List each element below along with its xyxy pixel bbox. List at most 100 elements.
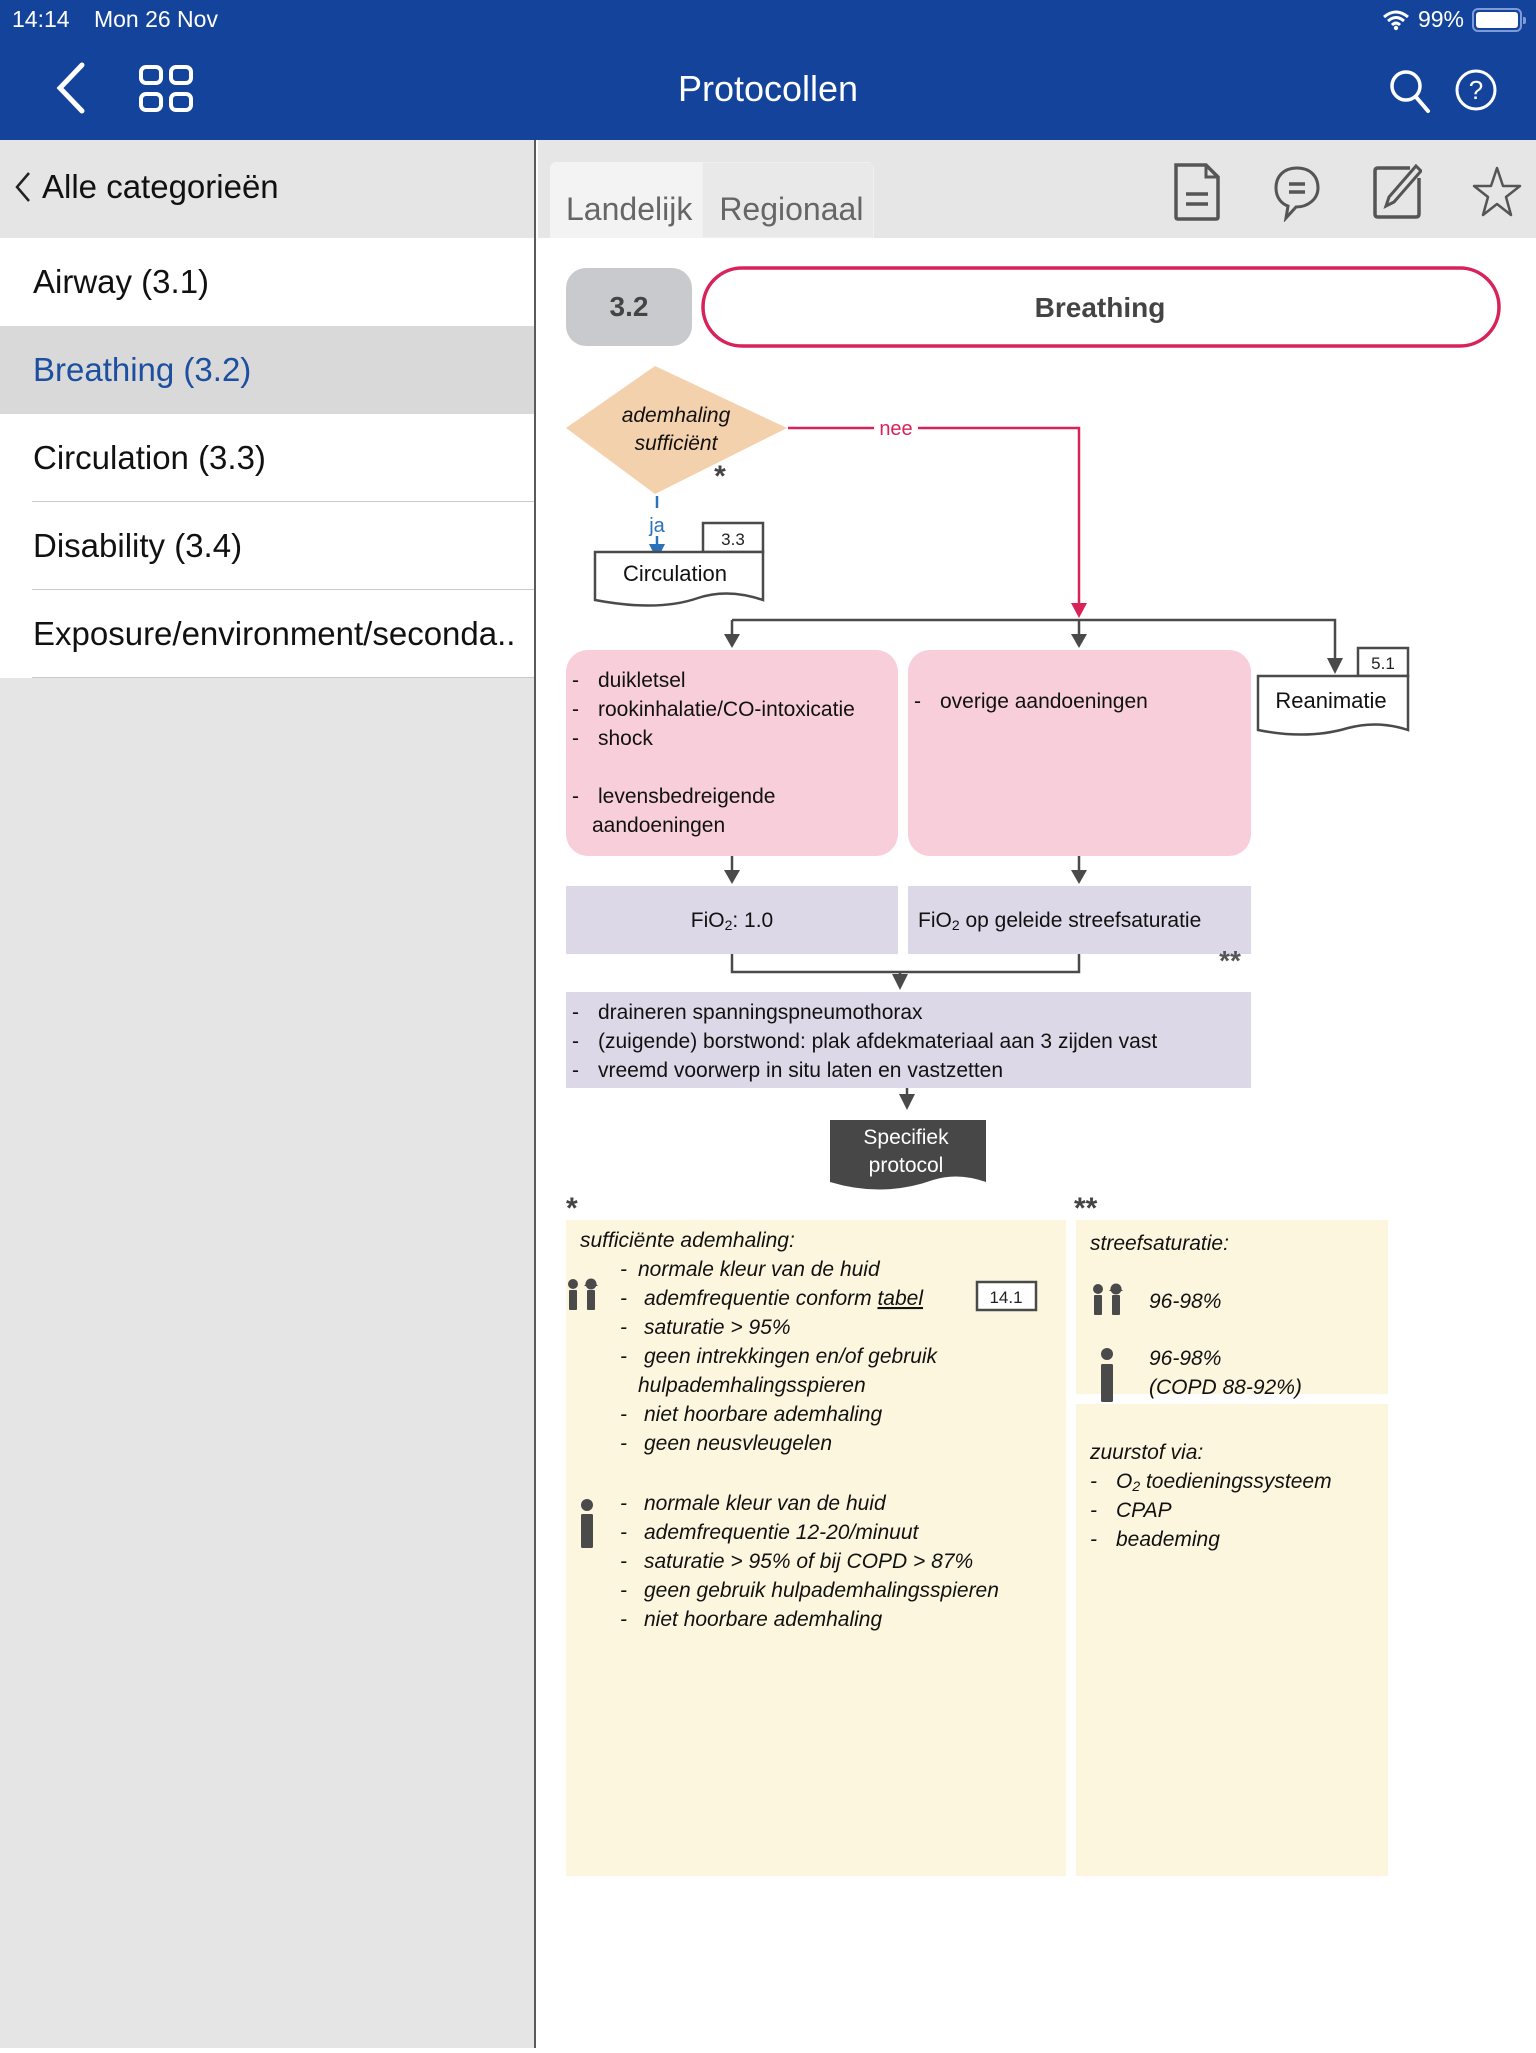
arrow-to-right-conditions [1071,634,1087,648]
specific-protocol-link[interactable]: Specifiek protocol [830,1120,986,1190]
svg-text:-: - [620,1432,627,1455]
note3-item: O2 toedieningssysteem [1116,1470,1332,1494]
note2-adults-value: 96-98% [1149,1347,1221,1370]
svg-text:-: - [1090,1528,1097,1551]
svg-text:-: - [572,698,579,721]
category-item-disability[interactable]: Disability (3.4) [0,502,534,590]
action-item: vreemd voorwerp in situ laten en vastzet… [598,1059,1003,1082]
condition-item: aandoeningen [592,814,725,837]
all-categories-back-button[interactable]: Alle categorieën [14,168,279,206]
region-segmented-control: Landelijk Regionaal [550,162,875,238]
note3-title: zuurstof via: [1089,1441,1203,1464]
category-item-airway[interactable]: Airway (3.1) [0,238,534,326]
svg-text:-: - [572,785,579,808]
table-reference[interactable]: 14.1 [975,1280,1038,1312]
category-item-exposure[interactable]: Exposure/environment/seconda.. [0,590,534,678]
edit-note-button[interactable] [1372,162,1424,222]
protocol-content: 3.2 Breathing ademhaling sufficiënt * ne… [538,238,1536,2048]
condition-item: overige aandoeningen [940,690,1148,713]
search-icon [1390,70,1430,113]
document-icon [1174,163,1220,221]
specific-protocol-line2: protocol [869,1154,944,1177]
note1-adult-item: normale kleur van de huid [644,1492,887,1515]
svg-text:-: - [620,1316,627,1339]
svg-text:-: - [620,1608,627,1631]
right-conditions-box [908,650,1251,856]
favorite-button[interactable] [1472,162,1522,222]
fio2-footnote-marker: ** [1219,945,1241,976]
decision-line2: sufficiënt [635,432,719,455]
svg-text:-: - [1090,1470,1097,1493]
svg-text:-: - [620,1492,627,1515]
no-branch-arrow [1071,603,1087,618]
grid-icon [139,65,193,112]
status-bar-left: 14:14 Mon 26 Nov [12,6,236,33]
battery-percent: 99% [1417,6,1464,32]
category-item-circulation[interactable]: Circulation (3.3) [0,414,534,502]
comment-button[interactable] [1272,162,1322,223]
decision-line1: ademhaling [622,404,731,427]
svg-text:-: - [620,1521,627,1544]
wifi-icon [1382,10,1409,30]
note1-adult-item: niet hoorbare ademhaling [644,1608,882,1631]
search-button[interactable] [1388,68,1432,119]
back-button[interactable] [54,62,88,119]
category-item-breathing[interactable]: Breathing (3.2) [0,326,534,414]
top-bar: 14:14 Mon 26 Nov 99% Protocollen ? [0,0,1536,140]
svg-text:-: - [620,1345,627,1368]
svg-text:?: ? [1469,75,1483,105]
note2-title: streefsaturatie: [1090,1232,1229,1255]
star-icon [1472,166,1522,217]
chevron-left-icon [56,62,85,114]
category-label: Disability (3.4) [33,527,243,564]
note1-box [566,1220,1066,1876]
chevron-left-icon [15,172,30,202]
tab-regionaal[interactable]: Regionaal [702,162,875,238]
help-icon: ? [1455,69,1497,111]
action-item: (zuigende) borstwond: plak afdekmateriaa… [598,1030,1157,1053]
distribution-line [732,618,1337,634]
note1-adult-item: ademfrequentie 12-20/minuut [644,1521,920,1544]
svg-text:-: - [572,1030,579,1053]
note1-child-item: saturatie > 95% [644,1316,791,1339]
svg-text:-: - [620,1287,627,1310]
page-title: Protocollen [677,68,859,109]
condition-item: duikletsel [598,669,686,692]
note1-adult-item: saturatie > 95% of bij COPD > 87% [644,1550,973,1573]
note1-child-item: ademfrequentie conform tabel [644,1287,924,1310]
tab-landelijk[interactable]: Landelijk [550,162,703,238]
svg-text:-: - [914,690,921,713]
help-button[interactable]: ? [1454,68,1498,117]
note1-adult-item: geen gebruik hulpademhalingsspieren [644,1579,999,1602]
status-bar-right: 99% [1382,6,1526,33]
grid-menu-button[interactable] [138,64,196,119]
note1-child-item: niet hoorbare ademhaling [644,1403,882,1426]
status-date: Mon 26 Nov [93,6,218,32]
arrow-to-actions [892,974,908,990]
condition-item: shock [598,727,653,750]
reanimatie-ref-code: 5.1 [1371,654,1395,673]
category-label: Exposure/environment/seconda.. [33,615,516,652]
note1-child-item: hulpademhalingsspieren [638,1374,866,1397]
protocol-number: 3.2 [610,291,649,322]
circulation-reference[interactable]: 3.3 Circulation [593,521,765,607]
arrow-to-fio2-right [1071,870,1087,884]
status-time: 14:14 [12,6,70,32]
document-button[interactable] [1172,162,1222,222]
fio2-right-text: FiO2 op geleide streefsaturatie [918,909,1201,933]
note1-child-item: geen intrekkingen en/of gebruik [644,1345,939,1368]
adult-icon [581,1499,593,1548]
decision-diamond [566,366,787,494]
table-link: tabel [877,1287,924,1310]
category-sidebar: Alle categorieën Airway (3.1) Breathing … [0,140,536,2048]
condition-item: rookinhalatie/CO-intoxicatie [598,698,855,721]
category-label: Breathing (3.2) [33,351,252,388]
merge-line [730,954,1081,974]
yes-label: ja [648,515,665,537]
adult-icon [1101,1348,1113,1402]
edit-icon [1373,163,1424,219]
svg-text:-: - [1090,1499,1097,1522]
svg-text:-: - [620,1579,627,1602]
svg-text:-: - [572,727,579,750]
category-list: Airway (3.1) Breathing (3.2) Circulation… [0,238,534,678]
